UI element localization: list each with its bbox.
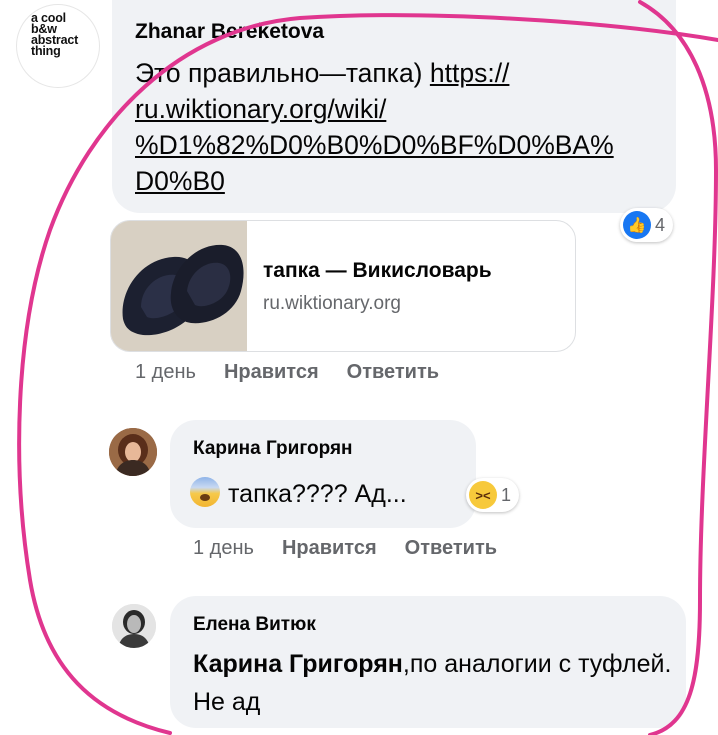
- comment-actions: 1 день Нравится Ответить: [135, 361, 439, 384]
- slipper-thumbnail: [111, 221, 247, 351]
- like-button[interactable]: Нравится: [224, 361, 319, 383]
- comment-author[interactable]: Карина Григорян: [193, 438, 353, 460]
- haha-icon: ><: [469, 481, 497, 509]
- avatar[interactable]: [112, 604, 156, 648]
- link-preview-card[interactable]: тапка — Викисловарь ru.wiktionary.org: [110, 220, 576, 352]
- reply-button[interactable]: Ответить: [347, 361, 439, 383]
- comment-author[interactable]: Елена Витюк: [193, 614, 316, 636]
- link-domain: ru.wiktionary.org: [263, 293, 401, 314]
- comment-text: тапка???? Ад...: [190, 476, 407, 512]
- user-mention[interactable]: Карина Григорян: [193, 650, 403, 678]
- reply-button[interactable]: Ответить: [405, 537, 497, 559]
- avatar[interactable]: [109, 428, 157, 476]
- link-title: тапка — Викисловарь: [263, 259, 492, 282]
- comment-time[interactable]: 1 день: [193, 537, 254, 559]
- reaction-count: 4: [655, 214, 666, 235]
- comment-text-prefix: Это правильно—тапка): [135, 58, 430, 88]
- avatar-photo: [109, 428, 157, 476]
- anxious-face-icon: [190, 477, 220, 507]
- avatar-logo-text: a cool b&w abstract thing: [31, 11, 79, 58]
- slippers-image: [111, 221, 247, 351]
- comment-text: Это правильно—тапка) https:// ru.wiktion…: [135, 55, 665, 199]
- like-icon: 👍: [623, 211, 651, 239]
- comment-author[interactable]: Zhanar Bereketova: [135, 20, 324, 44]
- avatar[interactable]: a cool b&w abstract thing: [16, 4, 100, 88]
- reaction-summary[interactable]: 👍 4: [620, 208, 674, 242]
- comment-text: Карина Григорян,по аналогии с туфлей. Не…: [193, 645, 673, 721]
- avatar-photo: [112, 604, 156, 648]
- comment-text-body: тапка???? Ад...: [228, 480, 407, 508]
- comment-actions: 1 день Нравится Ответить: [193, 537, 497, 560]
- reaction-count: 1: [501, 484, 512, 505]
- comment-time[interactable]: 1 день: [135, 361, 196, 383]
- like-button[interactable]: Нравится: [282, 537, 377, 559]
- reaction-summary[interactable]: >< 1: [466, 478, 520, 512]
